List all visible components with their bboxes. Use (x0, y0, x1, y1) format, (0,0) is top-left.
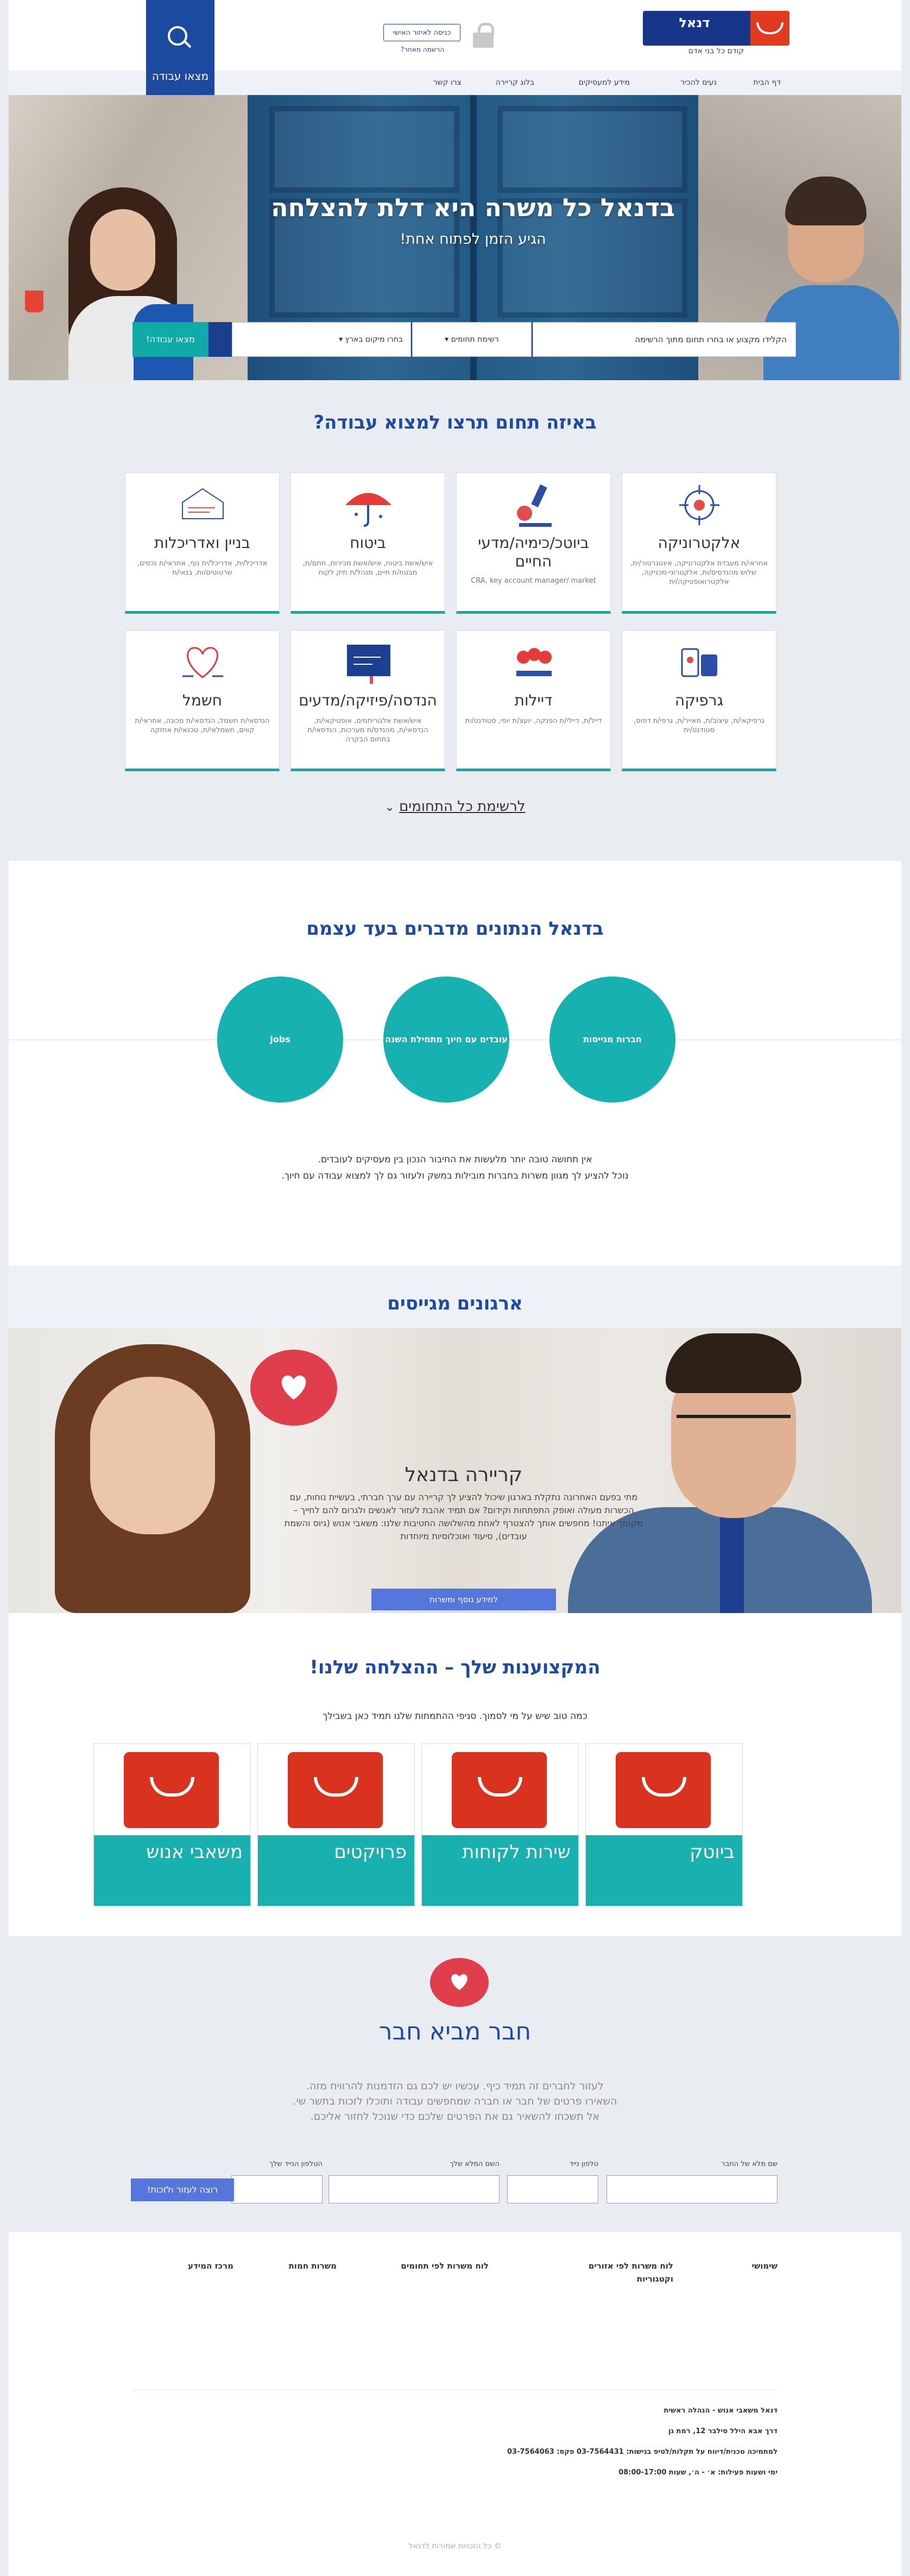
your-name-input[interactable] (328, 2175, 500, 2203)
stat-circle: חברות מגייסות (549, 977, 675, 1103)
chevron-down-icon: ⌄ (384, 801, 395, 814)
category-card[interactable]: גרפיקה גרפיקאי/ת, עיצוב/ת, מאייר/ת, גרפי… (622, 630, 776, 771)
your-name-label: השם המלא שלך (450, 2160, 500, 2168)
hero: בדנאל כל משרה היא דלת להצלחה הגיע הזמן ל… (9, 95, 901, 380)
refer-friend-section: חבר מביא חבר לעזור לחברים זה תמיד כיף. ע… (9, 1936, 901, 2232)
logo[interactable]: דנאל (643, 11, 789, 46)
your-phone-input[interactable] (231, 2175, 323, 2203)
specialties-section: המקצוענות שלך – ההצלחה שלנו! כמה טוב שיש… (9, 1613, 901, 1936)
category-card[interactable]: ביוטכ/כימיה/מדעי החיים CRA, key account … (456, 473, 611, 614)
friend-name-label: שם מלא של החבר (721, 2160, 778, 2168)
specialty-card[interactable]: שירות לקוחות (421, 1743, 579, 1906)
search-submit-button[interactable]: מצאו עבודה! (132, 322, 208, 357)
nav-item-blog[interactable]: בלוג קריירה (496, 71, 534, 95)
nav-item-about[interactable]: נעים להכיר (680, 71, 717, 95)
category-card[interactable]: דיילות דייל/ת, דיילי/ת הפנקה, יועצ/ת יופ… (456, 630, 611, 771)
footer-column[interactable]: לוח משרות לפי אזורים וקטגוריות (570, 2259, 673, 2285)
lock-icon (473, 23, 494, 48)
heart-bubble-icon (430, 1958, 489, 2010)
smile-logo-icon (124, 1752, 219, 1828)
area-select[interactable]: בחרו מיקום בארץ ▾ (232, 322, 411, 357)
category-card[interactable]: הנדסה/פיזיקה/מדעים איש/אשת אלגוריתמים, א… (290, 630, 445, 771)
categories-title: באיזה תחום תרצו למצוא עבודה? (313, 412, 597, 433)
friend-name-input[interactable] (606, 2175, 778, 2203)
hero-subtitle: הגיע הזמן לפתוח אחת! (400, 231, 546, 248)
your-phone-label: הטלפון הנייד שלך (269, 2160, 323, 2168)
devices-icon (681, 648, 717, 677)
stat-circle: עובדים עם חיוך מתחילת השנה (383, 977, 509, 1103)
career-title: קריירה בדנאל (405, 1464, 523, 1486)
footer-column[interactable]: שימושי (740, 2259, 778, 2272)
nav-item-contact[interactable]: צרו קשר (433, 71, 462, 95)
balloons-icon (516, 648, 552, 676)
footer-column[interactable]: לוח משרות לפי תחומים (375, 2259, 489, 2272)
mug-icon (25, 291, 43, 312)
category-card[interactable]: ביטוח איש/אשת ביטוח, איש/אשת מכירות, חתם… (290, 473, 445, 614)
blueprint-icon (182, 488, 224, 519)
login-button[interactable]: כניסה לאיזור האישי (383, 24, 460, 41)
copyright: © כל הזכויות שמורות לדנאל (408, 2542, 502, 2550)
woman-photo (39, 1344, 272, 1613)
career-info-button[interactable]: למידע נוסף ומשרות (371, 1589, 556, 1610)
all-categories-link[interactable]: לרשימת כל התחומים ⌄ (9, 798, 901, 815)
smile-logo-icon (452, 1752, 547, 1828)
category-card[interactable]: אלקטרוניקה אחראי/ת מעבדת אלקטרוניקה, אינ… (622, 473, 776, 614)
find-job-button[interactable]: מצאו עבודה (146, 0, 214, 95)
refer-text: לעזור לחברים זה תמיד כיף. עכשיו יש לכם ג… (293, 2080, 617, 2122)
specialties-subtitle: כמה טוב שיש על מי לסמוך. סניפי ההתמחות ש… (323, 1711, 587, 1722)
refer-submit-button[interactable]: רוצה לעזור ולזכות! (131, 2178, 234, 2201)
smile-icon (750, 11, 789, 46)
top-bar: דנאל קודם כל בני אדם כניסה לאיזור האישי … (9, 0, 901, 71)
category-card[interactable]: בניין ואדריכלות אדריכל/ית, אדריכל/ית נוף… (125, 473, 280, 614)
keyword-input[interactable]: הקלידו מקצוע או בחרו תחום מתוך הרשימה (533, 322, 796, 357)
find-job-label: מצאו עבודה (151, 70, 209, 83)
microscope-icon (517, 484, 552, 527)
specialty-card[interactable]: ביוטק (585, 1743, 743, 1906)
main-nav: דף הבית נעים להכיר מידע למעסיקים בלוג קר… (9, 71, 901, 96)
job-search-bar: הקלידו מקצוע או בחרו תחום מתוך הרשימה רש… (132, 322, 796, 357)
page: דנאל קודם כל בני אדם כניסה לאיזור האישי … (0, 0, 910, 2576)
specialty-card[interactable]: פרויקטים (257, 1743, 415, 1906)
company-info: דנאל משאבי אנוש - הנהלה ראשית דרך אבא הי… (507, 2407, 778, 2477)
search-icon (168, 26, 187, 46)
board-icon (347, 645, 390, 684)
recruiting-banner: קריירה בדנאל מתי בפעם האחרונה נתקלת בארג… (9, 1328, 901, 1613)
logo-text: דנאל (679, 15, 710, 30)
chevron-down-icon: ▾ (339, 335, 343, 344)
friend-phone-input[interactable] (507, 2175, 598, 2203)
stats-text: אין תחושה טובה יותר מלעשות את החיבור הנכ… (281, 1154, 629, 1181)
recruiting-section: ארגונים מגייסים קריירה בדנאל מתי בפעם הא… (9, 1265, 901, 1613)
page-frame: דנאל קודם כל בני אדם כניסה לאיזור האישי … (9, 0, 901, 2576)
career-text: מתי בפעם האחרונה נתקלת בארגון שיכול להצי… (284, 1492, 643, 1541)
nav-item-home[interactable]: דף הבית (753, 71, 781, 95)
heart-plug-icon (182, 647, 223, 678)
smile-logo-icon (288, 1752, 383, 1828)
specialty-card[interactable]: משאבי אנוש (93, 1743, 251, 1906)
categories-section: באיזה תחום תרצו למצוא עבודה? אלקטרוניקה … (9, 380, 901, 861)
field-select[interactable]: רשימת תחומים ▾ (412, 322, 532, 357)
heart-bubble-icon (250, 1350, 337, 1431)
footer-column[interactable]: מרכז המידע (157, 2259, 233, 2272)
chevron-down-icon: ▾ (445, 335, 449, 344)
circuit-icon (679, 485, 719, 525)
logo-tagline: קודם כל בני אדם (688, 47, 744, 55)
register-link[interactable]: הרשמה מאחר? (384, 46, 460, 53)
recruiting-title: ארגונים מגייסים (387, 1293, 523, 1314)
specialties-title: המקצוענות שלך – ההצלחה שלנו! (309, 1657, 601, 1678)
smile-logo-icon (616, 1752, 711, 1828)
umbrella-icon (345, 493, 391, 527)
stat-circle: jobs (217, 977, 343, 1103)
footer: שימושי לוח משרות לפי אזורים וקטגוריות לו… (9, 2232, 901, 2576)
stats-title: בדנאל הנתונים מדברים בעד עצמם (306, 918, 604, 940)
hero-title: בדנאל כל משרה היא דלת להצלחה (270, 193, 675, 222)
refer-title: חבר מביא חבר (378, 2018, 532, 2045)
category-card[interactable]: חשמל הנדסאי/ת חשמל, הנדסאי/ת מכונה, אחרא… (125, 630, 280, 771)
friend-phone-label: טלפון נייד (569, 2160, 598, 2168)
nav-item-employers[interactable]: מידע למעסיקים (579, 71, 630, 95)
footer-column[interactable]: משרות חמות (271, 2259, 337, 2272)
